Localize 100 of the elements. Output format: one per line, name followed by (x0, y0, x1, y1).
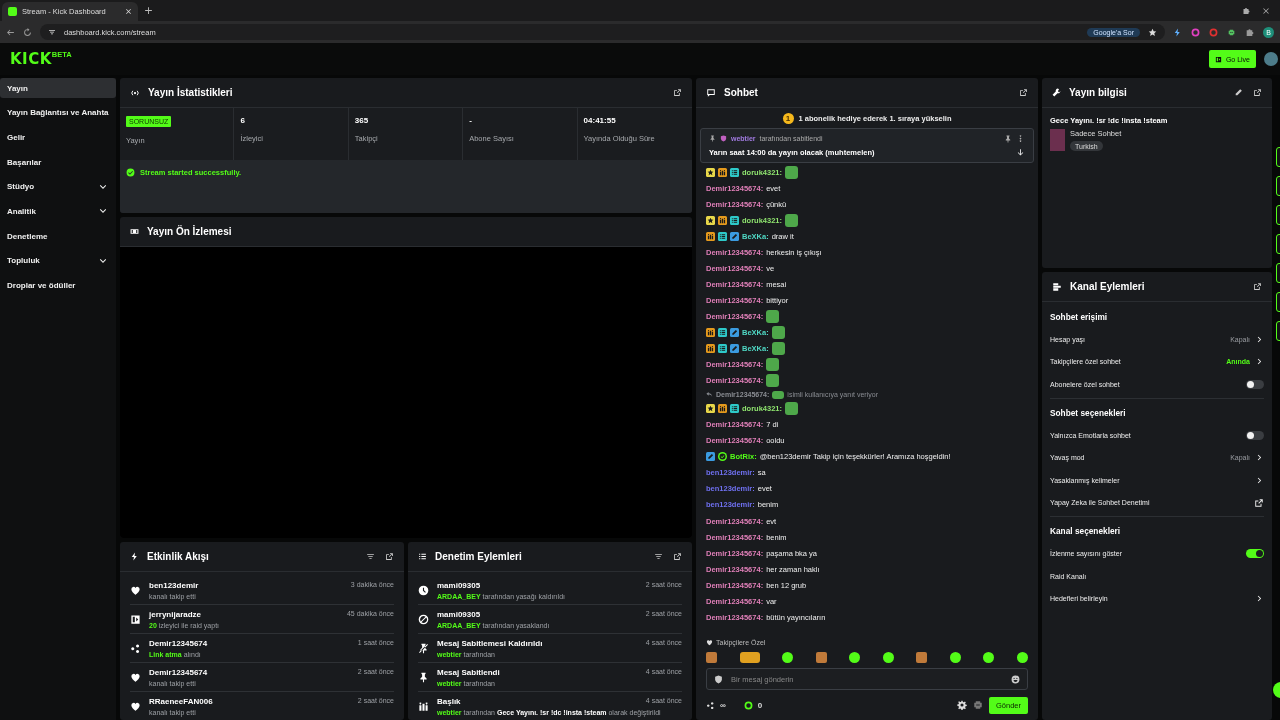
emote-image (785, 165, 799, 179)
sidebar-item[interactable]: Droplar ve ödüller (0, 275, 116, 296)
broadcast-icon (130, 87, 140, 98)
emote-image (785, 213, 799, 227)
sword-badge-icon (706, 452, 715, 462)
sidebar-item[interactable]: Gelir (0, 127, 116, 148)
close-icon[interactable] (1262, 6, 1270, 15)
sword-badge-icon (730, 231, 739, 241)
sub-badge-icon (706, 215, 715, 225)
extension-icon[interactable] (1191, 27, 1200, 37)
crown-badge-icon (706, 328, 715, 337)
sidebar-item[interactable]: Başarılar (0, 152, 116, 173)
expand-icon[interactable] (1019, 88, 1028, 97)
panel-title: Denetim Eylemleri (435, 551, 523, 562)
emote-image[interactable] (849, 651, 861, 663)
expand-icon[interactable] (1253, 282, 1262, 291)
chevron-right-icon[interactable] (1255, 334, 1264, 344)
panel-title: Yayın bilgisi (1069, 87, 1128, 98)
chevron-right-icon[interactable] (1255, 594, 1264, 604)
chevron-right-icon[interactable] (1255, 357, 1264, 367)
event-title: jerrynijaradze (149, 609, 202, 619)
toggle-switch[interactable] (1246, 380, 1264, 389)
filter-icon[interactable] (366, 552, 375, 561)
event-title: Demir12345674 (149, 638, 208, 648)
emote-image (771, 326, 785, 339)
extension-icon[interactable] (1173, 27, 1182, 37)
emote-image[interactable] (983, 651, 995, 663)
toggle-switch[interactable] (1246, 430, 1264, 440)
emote-image[interactable] (815, 651, 827, 663)
external-link-icon[interactable] (1254, 497, 1264, 508)
crown-badge-icon (718, 215, 727, 225)
dots-icon (706, 700, 715, 710)
sub-badge-icon (706, 167, 715, 177)
stat-value: 04:41:55 (583, 116, 617, 125)
toggle-switch[interactable] (1246, 548, 1264, 558)
panel-title: Yayın İstatistikleri (148, 87, 234, 98)
extension-icon[interactable] (1227, 27, 1236, 37)
emote-image (766, 309, 780, 323)
back-icon[interactable] (6, 27, 15, 37)
expand-icon[interactable] (673, 552, 682, 561)
settings-icon[interactable] (956, 700, 967, 710)
arrow-down-icon[interactable] (1016, 148, 1025, 157)
expand-icon[interactable] (1253, 88, 1262, 97)
section-heading: Kanal seçenekleri (1050, 525, 1122, 539)
extensions-puzzle-icon[interactable] (1245, 27, 1254, 37)
avatar-circle[interactable] (1264, 52, 1278, 66)
sidebar-item[interactable]: Yayın Bağlantısı ve Anahta (0, 102, 116, 123)
pin-icon (418, 671, 429, 683)
event-title: RRaeneeFAN006 (149, 696, 213, 706)
event-title: Demir12345674 (149, 667, 208, 677)
dots-icon (130, 642, 141, 654)
crown-badge-icon (718, 167, 727, 177)
list-icon (418, 552, 427, 561)
close-icon[interactable] (125, 8, 132, 15)
event-title: mami09305 (437, 609, 481, 619)
sidebar-item[interactable]: Analitik (0, 201, 116, 222)
expand-icon[interactable] (673, 88, 682, 97)
emote-image (771, 342, 785, 356)
shield-icon (714, 674, 723, 684)
emote-image (766, 374, 780, 388)
panel-title: Sohbet (724, 87, 759, 98)
expand-icon[interactable] (385, 552, 394, 561)
reply-icon (706, 391, 713, 399)
video-icon (130, 227, 139, 236)
stat-value: 6 (240, 116, 246, 125)
crown-badge-icon (706, 344, 715, 354)
chat-icon (706, 87, 716, 98)
sidebar-item[interactable]: Stüdyo (0, 176, 116, 197)
reload-icon[interactable] (23, 27, 32, 37)
pin-icon (709, 135, 716, 142)
extension-icon[interactable] (1209, 27, 1218, 37)
edit-icon[interactable] (1234, 88, 1243, 97)
emote-image[interactable] (1016, 651, 1028, 663)
pin-icon[interactable] (1004, 134, 1012, 143)
emote-image[interactable] (782, 651, 794, 663)
category-thumbnail (1050, 129, 1065, 151)
chevron-right-icon[interactable] (1255, 453, 1264, 463)
sidebar-item[interactable]: Topluluk (0, 250, 116, 271)
heart-icon (706, 639, 713, 646)
rank-coin-icon: 1 (782, 112, 794, 124)
bookmark-star-icon[interactable] (1148, 27, 1157, 37)
emoji-icon[interactable] (1011, 674, 1020, 684)
filter-icon[interactable] (654, 552, 663, 561)
emote-image[interactable] (882, 651, 894, 663)
event-title: mami09305 (437, 580, 481, 590)
ban-icon (418, 613, 429, 625)
emote-image[interactable] (949, 651, 961, 663)
new-tab-icon[interactable] (144, 6, 153, 15)
verified-badge-icon (718, 452, 727, 462)
sidebar-item[interactable]: Denetleme (0, 226, 116, 247)
emote-image (766, 358, 780, 372)
sidebar-item[interactable]: Yayın (0, 78, 116, 98)
emote-image[interactable] (706, 651, 717, 663)
crown-badge-icon (706, 231, 715, 241)
unpin-icon (418, 642, 429, 654)
emote-image[interactable] (916, 651, 928, 663)
emote-image (785, 402, 799, 416)
emote-image[interactable] (739, 651, 760, 663)
chevron-right-icon[interactable] (1255, 475, 1264, 485)
bolt-icon (130, 552, 139, 561)
